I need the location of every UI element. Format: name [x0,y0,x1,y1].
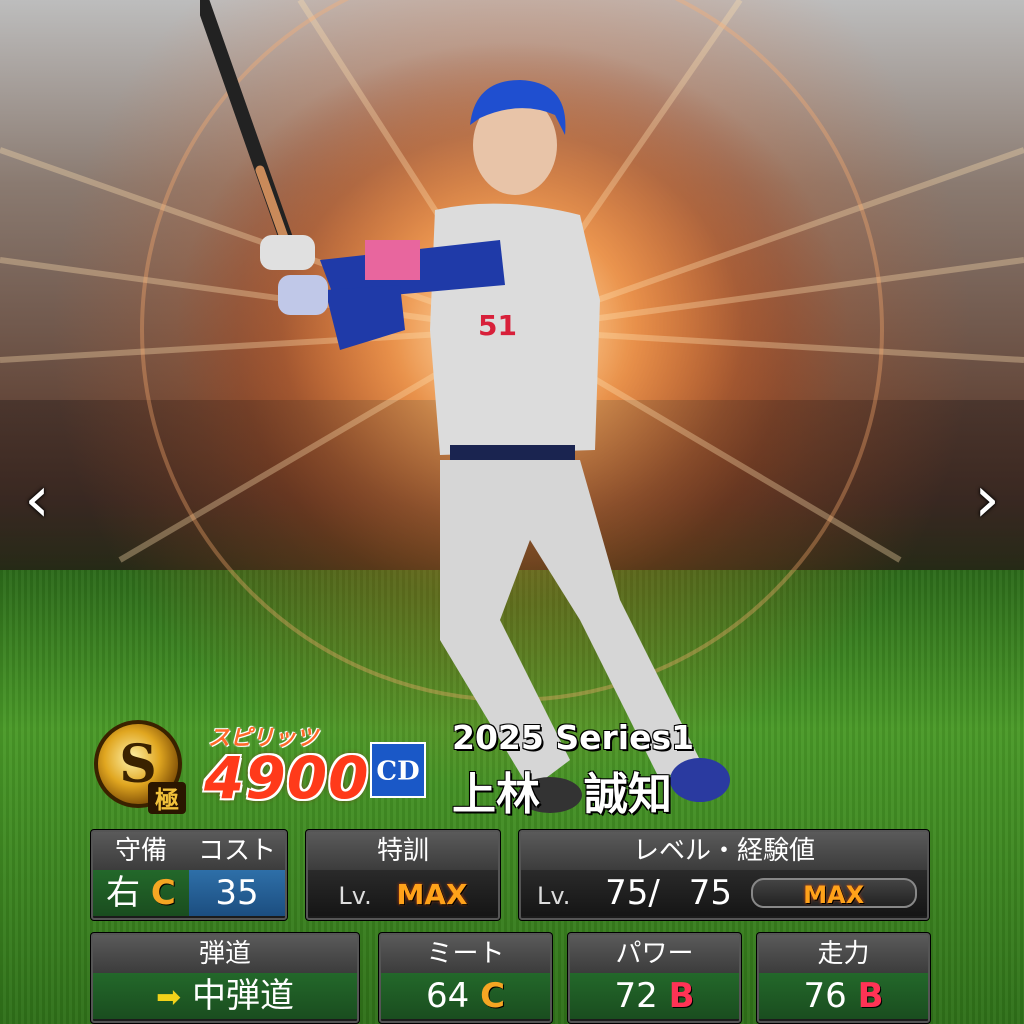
defense-value: 右 C [93,870,189,916]
meet-value: 64 C [381,973,550,1019]
level-panel: レベル・経験値 Lv. 75/ 75 MAX [519,830,929,920]
meet-number: 64 [425,976,470,1016]
trajectory-value: ➡ 中弾道 [93,973,357,1019]
speed-label: 走力 [759,935,928,973]
level-label: レベル・経験値 [521,832,927,870]
power-number: 72 [614,976,658,1016]
meet-label: ミート [381,935,550,973]
trajectory-panel: 弾道 ➡ 中弾道 [91,933,359,1023]
level-lv-prefix: Lv. [537,882,571,910]
card-series: 2025 Series1 [452,718,695,757]
exp-bar: MAX [750,877,917,909]
power-grade: B [668,976,695,1016]
exp-bar-label: MAX [803,880,865,909]
meet-panel: ミート 64 C [379,933,552,1023]
level-value: Lv. 75/ 75 MAX [521,870,927,916]
cost-label: コスト [189,832,285,870]
special-training-lv-prefix: Lv. [338,882,372,910]
chevron-right-icon: › [974,463,1000,537]
power-panel: パワー 72 B [568,933,741,1023]
defense-cost-panel: 守備 右 C コスト 35 [91,830,287,920]
trajectory-label: 弾道 [93,935,357,973]
power-label: パワー [570,935,739,973]
uniform-number: 51 [478,309,517,342]
rank-badge: S 極 [94,720,186,814]
defense-hand: 右 [106,873,141,913]
speed-number: 76 [803,976,847,1016]
special-training-label: 特訓 [308,832,498,870]
special-training-panel: 特訓 Lv. MAX [306,830,500,920]
speed-grade: B [857,976,884,1016]
level-separator: / [648,873,660,913]
next-card-button[interactable]: › [962,460,1012,540]
cost-stat: コスト 35 [189,832,285,918]
speed-value: 76 B [759,973,928,1019]
arrow-right-icon: ➡ [156,980,182,1015]
player-image: 51 [200,0,730,813]
defense-stat: 守備 右 C [93,832,189,918]
team-logo-icon: CD [370,742,426,798]
player-name: 上林 誠知 [452,769,672,820]
defense-label: 守備 [93,832,189,870]
power-value: 72 B [570,973,739,1019]
special-training-max: MAX [396,878,468,911]
prev-card-button[interactable]: ‹ [12,460,62,540]
speed-panel: 走力 76 B [757,933,930,1023]
trajectory-text: 中弾道 [191,976,294,1016]
special-training-value: Lv. MAX [308,870,498,916]
meet-grade: C [480,976,506,1016]
level-max: 75 [688,873,732,913]
level-current: 75 [605,873,649,913]
cost-value: 35 [189,870,285,916]
chevron-left-icon: ‹ [24,463,50,537]
spirits-value: 4900 [204,744,370,812]
team-logo-text: CD [376,756,419,786]
defense-grade: C [150,873,176,913]
rank-tier: 極 [155,786,179,814]
